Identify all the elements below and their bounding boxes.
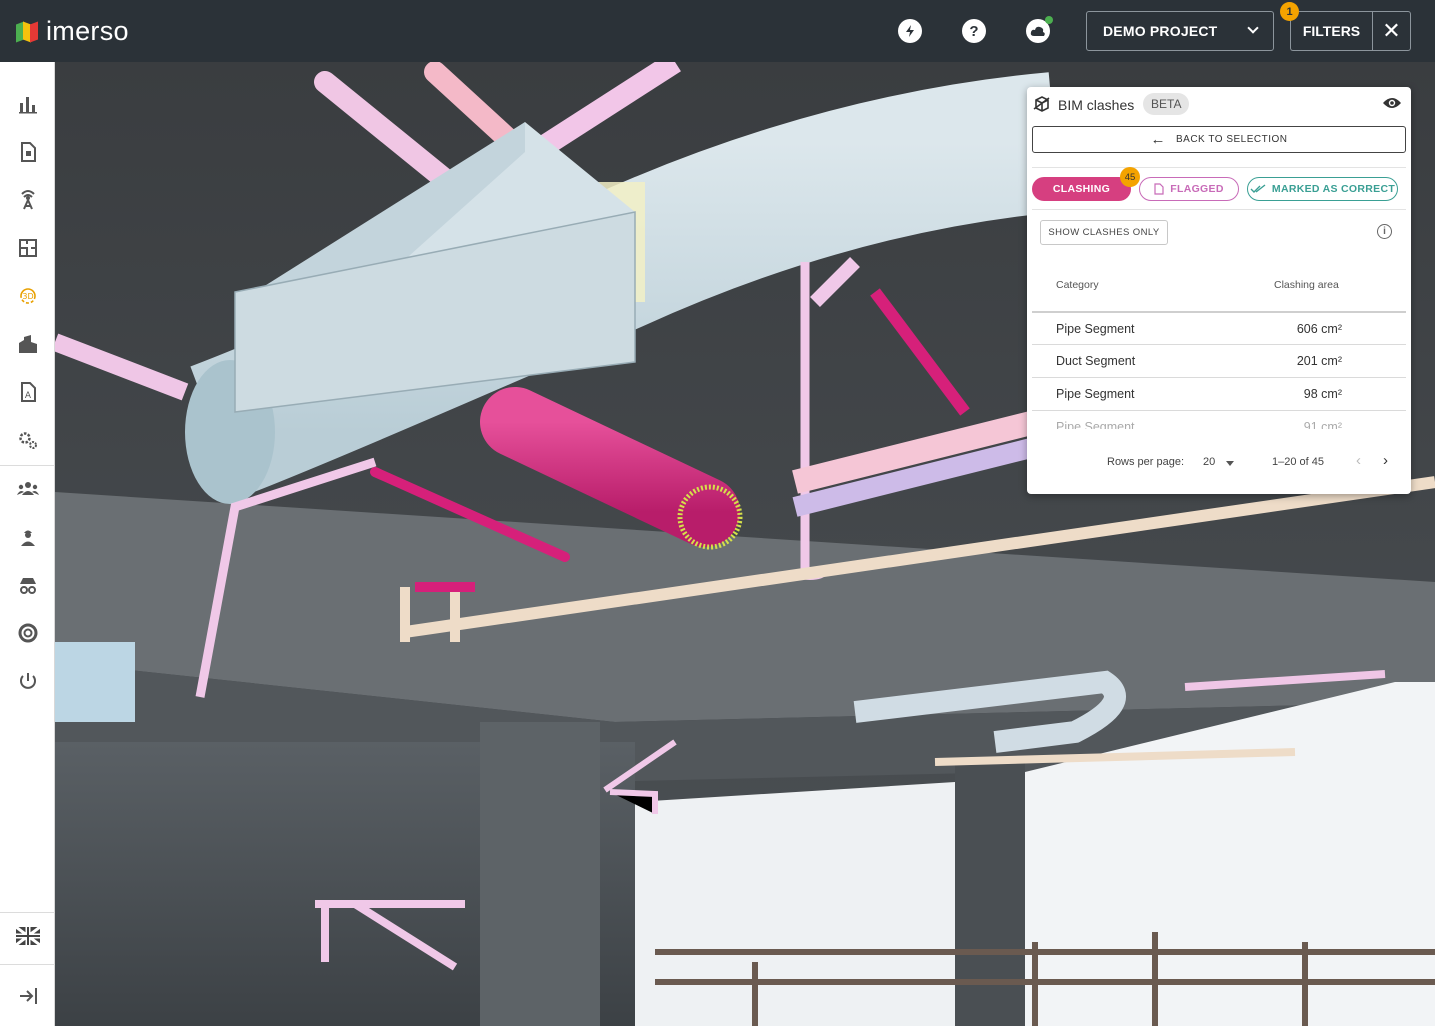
help-icon[interactable]: ?: [962, 19, 986, 43]
sidebar-item-documents[interactable]: [14, 138, 42, 166]
3d-icon: 3D: [20, 288, 36, 304]
row-area: 98 cm²: [1303, 387, 1342, 401]
back-to-selection-button[interactable]: ← BACK TO SELECTION: [1032, 126, 1406, 153]
tab-clashing[interactable]: CLASHING: [1032, 177, 1131, 201]
top-bar: imerso ? DEMO PROJECT FILTERS 1 ✕: [0, 0, 1435, 62]
column-header-category[interactable]: Category: [1056, 279, 1099, 291]
clash-table-body: Pipe Segment 606 cm² Duct Segment 201 cm…: [1032, 311, 1406, 429]
clash-cube-icon: [1033, 96, 1050, 112]
sidebar-divider: [0, 912, 55, 913]
project-label: DEMO PROJECT: [1103, 23, 1218, 39]
collapse-icon: [20, 988, 37, 1004]
info-icon[interactable]: i: [1377, 224, 1392, 239]
tab-correct-label: MARKED AS CORRECT: [1271, 183, 1396, 195]
previous-page-button[interactable]: ‹: [1356, 452, 1361, 469]
tab-flagged[interactable]: FLAGGED: [1139, 177, 1239, 201]
logo-mark-icon: [16, 21, 38, 43]
row-category: Pipe Segment: [1056, 322, 1135, 336]
svg-text:3D: 3D: [22, 292, 33, 301]
sidebar-item-scanner[interactable]: [14, 186, 42, 214]
sidebar-item-floorplan[interactable]: [14, 234, 42, 262]
tab-marked-as-correct[interactable]: MARKED AS CORRECT: [1247, 177, 1398, 201]
caret-down-icon[interactable]: [1226, 461, 1234, 466]
divider: [1032, 167, 1406, 168]
document-icon: [21, 142, 36, 162]
lightning-icon[interactable]: [898, 19, 922, 43]
building-icon: [19, 335, 37, 353]
row-area: 201 cm²: [1296, 354, 1342, 368]
sidebar-item-buildings[interactable]: [14, 330, 42, 358]
cloud-icon[interactable]: [1026, 16, 1053, 43]
back-label: BACK TO SELECTION: [1176, 134, 1288, 145]
sidebar-item-workers[interactable]: [14, 523, 42, 551]
bar-chart-icon: [19, 97, 37, 114]
language-selector[interactable]: [15, 925, 41, 947]
pagination-range: 1–20 of 45: [1272, 456, 1324, 468]
sidebar-item-logout[interactable]: [14, 667, 42, 695]
panel-title: BIM clashes: [1058, 97, 1135, 113]
floorplan-icon: [19, 239, 37, 257]
uk-flag-icon: [15, 925, 41, 947]
divider: [1032, 209, 1406, 210]
filters-count-badge: 1: [1280, 2, 1299, 21]
document-text-icon: A: [21, 382, 36, 402]
sidebar-divider: [0, 465, 55, 466]
cloud-status-dot: [1045, 16, 1053, 24]
document-flag-icon: [1154, 183, 1164, 195]
tab-flagged-label: FLAGGED: [1170, 183, 1224, 195]
eye-icon[interactable]: [1382, 95, 1402, 111]
svg-text:A: A: [25, 391, 32, 401]
rows-per-page-select[interactable]: 20: [1203, 456, 1215, 468]
app-name: imerso: [46, 16, 129, 46]
rows-per-page-label: Rows per page:: [1107, 456, 1185, 468]
sidebar: 3D A: [0, 62, 55, 1026]
arrow-left-icon: ←: [1150, 131, 1166, 148]
close-icon: ✕: [1382, 18, 1401, 43]
sidebar-item-reports[interactable]: A: [14, 378, 42, 406]
sidebar-item-support[interactable]: [14, 619, 42, 647]
antenna-icon: [21, 190, 35, 210]
sidebar-item-3d[interactable]: 3D: [14, 282, 42, 310]
chevron-down-icon: [1247, 22, 1259, 34]
power-icon: [20, 673, 36, 689]
row-category: Pipe Segment: [1056, 420, 1135, 429]
row-category: Duct Segment: [1056, 354, 1136, 368]
sidebar-item-anonymous[interactable]: [14, 571, 42, 599]
show-clashes-only-button[interactable]: SHOW CLASHES ONLY: [1040, 220, 1168, 245]
sidebar-item-dashboard[interactable]: [14, 90, 42, 118]
incognito-icon: [20, 578, 36, 594]
table-row[interactable]: Pipe Segment 606 cm²: [1032, 311, 1406, 344]
row-area: 91 cm²: [1303, 420, 1342, 429]
close-filters-button[interactable]: ✕: [1372, 11, 1411, 51]
worker-icon: [21, 530, 35, 546]
settings-icon: [19, 432, 37, 449]
table-row[interactable]: Pipe Segment 98 cm²: [1032, 377, 1406, 410]
sidebar-item-settings[interactable]: [14, 426, 42, 454]
next-page-button[interactable]: ›: [1383, 452, 1388, 469]
lifebuoy-icon: [18, 623, 38, 643]
row-area: 606 cm²: [1296, 322, 1342, 336]
table-row[interactable]: Pipe Segment 91 cm²: [1032, 410, 1406, 429]
row-category: Pipe Segment: [1056, 387, 1135, 401]
column-header-clashing-area[interactable]: Clashing area: [1274, 279, 1339, 291]
bim-clashes-panel: BIM clashes BETA ← BACK TO SELECTION CLA…: [1027, 87, 1411, 494]
clashing-count-badge: 45: [1120, 167, 1140, 187]
app-logo[interactable]: imerso: [16, 16, 129, 47]
filters-button[interactable]: FILTERS: [1290, 11, 1372, 51]
panel-header: BIM clashes BETA: [1027, 87, 1411, 123]
sidebar-collapse-button[interactable]: [14, 982, 42, 1010]
sidebar-item-team[interactable]: [14, 475, 42, 503]
group-icon: [17, 482, 39, 495]
beta-badge: BETA: [1143, 93, 1190, 115]
double-check-icon: [1250, 184, 1266, 193]
project-select[interactable]: DEMO PROJECT: [1086, 11, 1274, 51]
table-row[interactable]: Duct Segment 201 cm²: [1032, 344, 1406, 377]
sidebar-divider: [0, 964, 55, 965]
